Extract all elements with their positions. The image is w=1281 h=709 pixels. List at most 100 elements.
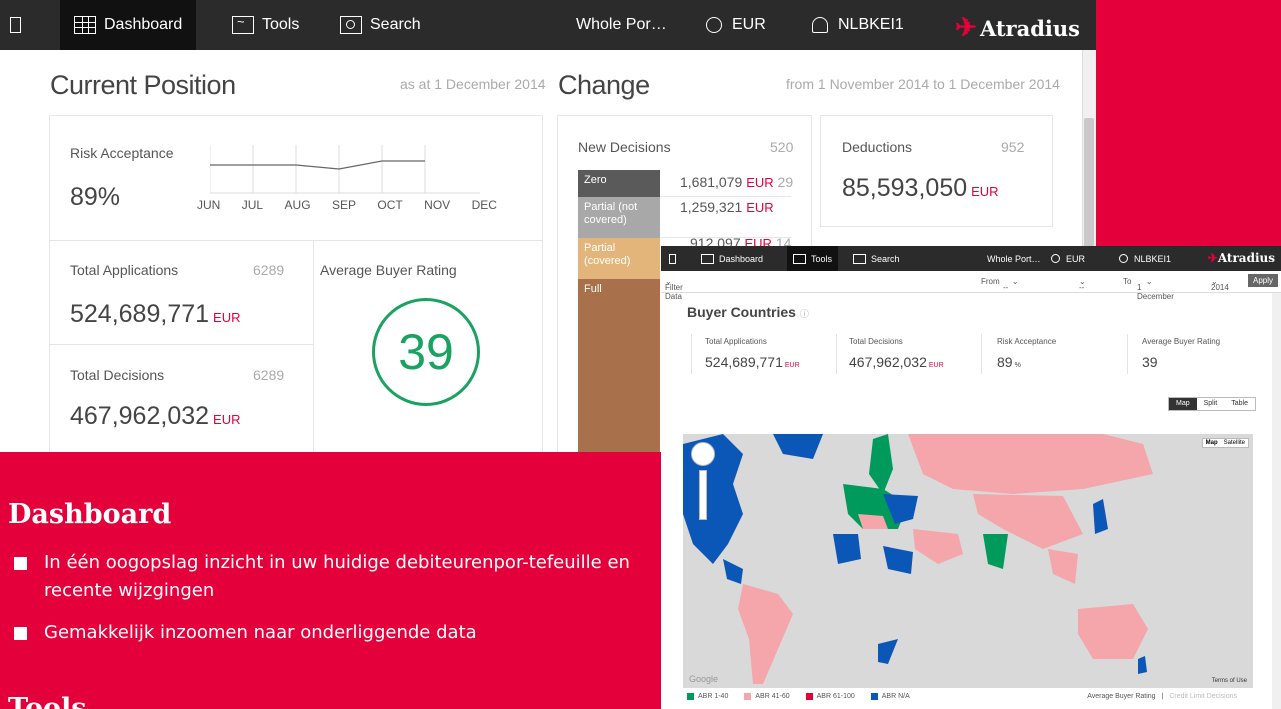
bullet-item: In één oogopslag inzicht in uw huidige d… xyxy=(14,549,634,605)
legend-swatch xyxy=(870,693,878,700)
deductions-label: Deductions xyxy=(842,139,913,155)
user-menu[interactable]: NLBKEI1 xyxy=(1119,246,1171,271)
tools-heading: Tools xyxy=(8,693,87,709)
nav-tools[interactable]: Tools xyxy=(232,0,299,50)
menu-icon[interactable] xyxy=(10,0,21,50)
nav-search[interactable]: Search xyxy=(853,246,900,271)
deductions-panel xyxy=(820,115,1053,227)
filter-data-toggle[interactable]: Filter Data ⌄ xyxy=(665,277,683,301)
legend-swatch xyxy=(687,693,694,700)
partial-not-covered-amount: 1,259,321 EUR xyxy=(680,199,774,215)
tools-icon xyxy=(232,14,254,34)
view-map-button[interactable]: Map xyxy=(1169,398,1197,410)
kpi-value: 467,962,032 EUR xyxy=(849,354,944,370)
map-type-satellite[interactable]: Satellite xyxy=(1221,439,1248,447)
legend-item: ABR 41-60 xyxy=(744,693,790,700)
top-nav-bar-small: Dashboard Tools Search Whole Port… EUR N… xyxy=(661,246,1281,271)
map-zoom-slider[interactable] xyxy=(699,470,707,520)
segment-zero[interactable]: Zero xyxy=(578,170,660,197)
currency-selector[interactable]: EUR xyxy=(706,0,766,50)
buyer-countries-title: Buyer Countries ⓘ xyxy=(687,304,809,320)
month-tick: JUL xyxy=(241,198,264,212)
terms-link[interactable]: Terms of Use xyxy=(1212,678,1247,684)
top-nav-bar: Dashboard Tools Search Whole Por… EUR NL… xyxy=(0,0,1096,50)
risk-acceptance-sparkline xyxy=(210,145,480,194)
month-tick: AUG xyxy=(284,198,311,212)
change-period: from 1 November 2014 to 1 December 2014 xyxy=(786,76,1060,92)
atradius-mark-icon: ✈ xyxy=(955,13,977,43)
current-position-title: Current Position xyxy=(50,70,236,100)
deductions-count: 952 xyxy=(1001,139,1025,155)
total-decisions-label: Total Decisions xyxy=(70,367,165,383)
month-tick: NOV xyxy=(424,198,451,212)
filter-bar: Filter Data ⌄ From -- ⌄ -- ⌄ To 1 Decemb… xyxy=(661,271,1281,301)
new-decisions-count: 520 xyxy=(770,139,794,155)
kpi-label: Risk Acceptance xyxy=(997,337,1057,346)
from-month-select[interactable]: -- ⌄ xyxy=(1003,277,1019,292)
nav-dashboard[interactable]: Dashboard xyxy=(701,246,763,271)
atradius-logo: ✈Atradius xyxy=(1207,251,1275,265)
map-type-map[interactable]: Map xyxy=(1203,439,1221,447)
segment-full[interactable]: Full xyxy=(578,279,660,452)
avg-buyer-rating-label: Average Buyer Rating xyxy=(320,262,457,278)
user-menu[interactable]: NLBKEI1 xyxy=(812,0,904,50)
kpi-label: Total Applications xyxy=(705,337,767,346)
segment-partial-not-covered[interactable]: Partial (not covered) xyxy=(578,197,660,238)
kpi-value: 39 xyxy=(1142,354,1158,370)
month-axis: JUN JUL AUG SEP OCT NOV DEC xyxy=(197,198,497,212)
total-applications-label: Total Applications xyxy=(70,262,179,278)
map-type-toggle: Map Satellite xyxy=(1201,438,1249,448)
mode-credit-limit-decisions[interactable]: Credit Limit Decisions xyxy=(1169,693,1237,700)
legend-mode-switch: Average Buyer Rating | Credit Limit Deci… xyxy=(1087,693,1237,700)
nav-tools[interactable]: Tools xyxy=(787,246,839,271)
bullet-square-icon xyxy=(14,557,27,570)
to-month-select[interactable]: 1 December ⌄ xyxy=(1137,277,1174,301)
map-legend: ABR 1-40 ABR 41-60 ABR 61-100 ABR N/A xyxy=(687,693,926,700)
legend-swatch xyxy=(744,693,752,700)
currency-selector[interactable]: EUR xyxy=(1051,246,1085,271)
as-at-date: as at 1 December 2014 xyxy=(400,76,546,92)
deductions-value: 85,593,050 EUR xyxy=(842,174,999,202)
atradius-mark-icon: ✈ xyxy=(1207,251,1218,265)
legend-item: ABR N/A xyxy=(870,693,910,700)
user-icon xyxy=(812,17,828,33)
atradius-logo: ✈ Atradius xyxy=(955,13,1080,43)
legend-label: ABR 41-60 xyxy=(755,693,790,700)
kpi-value: 89% xyxy=(997,354,1021,370)
bullet-square-icon xyxy=(14,627,27,640)
segment-partial-covered[interactable]: Partial (covered) xyxy=(578,238,660,279)
world-map[interactable]: Map Satellite Google Terms of Use xyxy=(683,434,1253,688)
nav-dashboard[interactable]: Dashboard xyxy=(60,0,197,50)
risk-acceptance-label: Risk Acceptance xyxy=(70,145,174,161)
apply-button[interactable]: Apply xyxy=(1247,274,1278,287)
coins-icon xyxy=(1051,254,1060,263)
google-logo: Google xyxy=(689,674,719,684)
total-decisions-count: 6289 xyxy=(253,367,285,383)
total-applications-count: 6289 xyxy=(253,262,285,278)
to-year-select[interactable]: 2014 ⌄ xyxy=(1211,277,1229,292)
view-split-button[interactable]: Split xyxy=(1196,398,1225,410)
to-label: To xyxy=(1123,277,1132,286)
legend-item: ABR 61-100 xyxy=(805,693,855,700)
portfolio-selector[interactable]: Whole Port… xyxy=(987,246,1041,271)
view-table-button[interactable]: Table xyxy=(1224,398,1255,410)
kpi-label: Total Decisions xyxy=(849,337,903,346)
legend-swatch xyxy=(805,693,813,700)
search-icon xyxy=(340,16,362,34)
user-icon xyxy=(1119,254,1128,263)
avg-buyer-rating-circle[interactable]: 39 xyxy=(372,298,480,406)
from-year-select[interactable]: -- ⌄ xyxy=(1079,277,1086,292)
from-label: From xyxy=(981,277,1000,286)
menu-icon[interactable] xyxy=(669,246,676,271)
map-pan-control[interactable] xyxy=(691,442,715,466)
month-tick: JUN xyxy=(197,198,221,212)
scrollbar[interactable] xyxy=(1272,293,1281,709)
buyer-countries-screenshot: Dashboard Tools Search Whole Port… EUR N… xyxy=(661,246,1281,709)
zero-amount: 1,681,079 EUR 29 xyxy=(680,174,794,190)
portfolio-selector[interactable]: Whole Por… xyxy=(576,0,667,50)
nav-search[interactable]: Search xyxy=(340,0,421,50)
mode-avg-buyer-rating[interactable]: Average Buyer Rating xyxy=(1087,693,1155,700)
coins-icon xyxy=(706,17,722,33)
risk-acceptance-value: 89% xyxy=(70,183,121,211)
search-icon xyxy=(853,253,866,264)
